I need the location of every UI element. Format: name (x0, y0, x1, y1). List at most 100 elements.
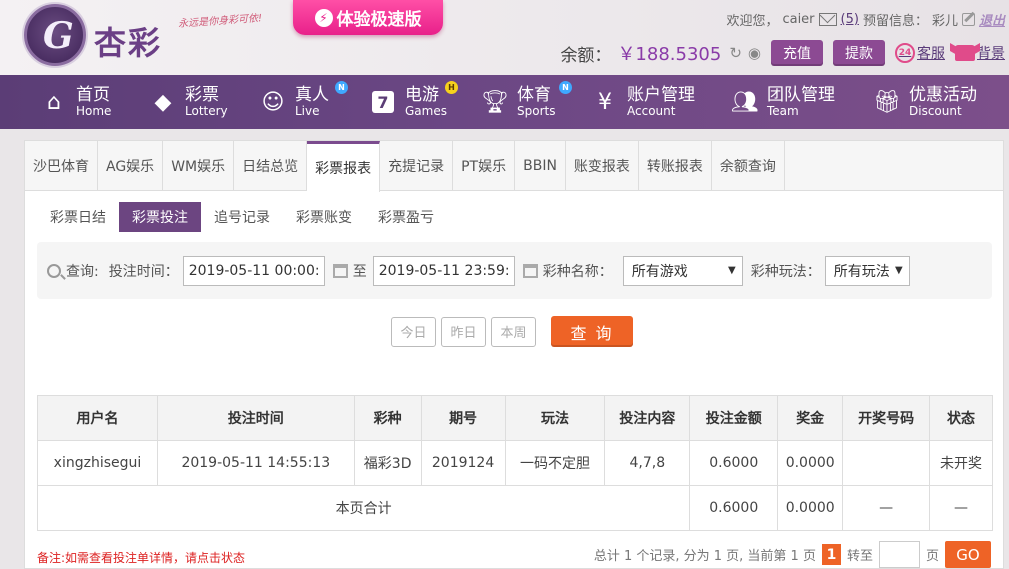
account-icon: ¥ (598, 89, 612, 115)
column-header: 开奖号码 (842, 395, 931, 441)
tab-account-change[interactable]: 账变报表 (566, 141, 639, 191)
report-panel: 沙巴体育 AG娱乐 WM娱乐 日结总览 彩票报表 充提记录 PT娱乐 BBIN … (24, 140, 1004, 569)
tab-lottery-account-change[interactable]: 彩票账变 (283, 202, 365, 232)
nav-team[interactable]: 👥︎ 团队管理 Team (731, 75, 873, 129)
cell-content: 4,7,8 (604, 440, 691, 486)
page-label: 页 (925, 549, 939, 564)
tab-lottery-daily[interactable]: 彩票日结 (37, 202, 119, 232)
tab-lottery-profit[interactable]: 彩票盈亏 (365, 202, 447, 232)
table-row: xingzhisegui 2019-05-11 14:55:13 福彩3D 20… (37, 440, 993, 486)
to-label: 至 (352, 263, 367, 280)
nav-discount[interactable]: 🎁︎ 优惠活动 Discount (873, 75, 983, 129)
live-icon: ☺ (261, 89, 285, 115)
nav-sublabel: Lottery (185, 103, 228, 118)
column-header: 玩法 (504, 395, 606, 441)
tab-ag[interactable]: AG娱乐 (98, 141, 164, 191)
play-select-value: 所有玩法 (833, 263, 890, 280)
go-button[interactable]: GO (945, 541, 991, 568)
main-nav: ⌂ 首页 Home ◆ 彩票 Lottery ☺ 真人 Live N 7 电游 Game… (0, 75, 1009, 129)
fast-version-label: 体验极速版 (336, 10, 422, 30)
hide-eye-icon[interactable]: ◉ (748, 44, 761, 62)
header: 杏彩 永远是你身彩可依! ⚡ 体验极速版 欢迎您， caier (5) 预留信息… (0, 0, 1009, 75)
filter-bar: 查询: 投注时间： 至 彩种名称： 所有游戏 ▼ 彩种玩法： 所有玩法 ▼ (37, 242, 992, 299)
nav-lottery[interactable]: ◆ 彩票 Lottery (149, 75, 259, 129)
this-week-button[interactable]: 本周 (491, 316, 536, 347)
recharge-button[interactable]: 充值 (771, 40, 823, 66)
end-time-input[interactable] (372, 255, 515, 286)
nav-games[interactable]: 7 电游 Games H (369, 75, 481, 129)
nav-live[interactable]: ☺ 真人 Live N (259, 75, 369, 129)
mail-icon[interactable] (818, 13, 837, 26)
nav-label: 电游 (405, 84, 439, 105)
total-status: — (929, 485, 993, 531)
tab-balance[interactable]: 余额查询 (712, 141, 785, 191)
column-header: 期号 (420, 395, 506, 441)
tab-transfer[interactable]: 转账报表 (639, 141, 712, 191)
home-icon: ⌂ (47, 89, 61, 115)
tab-wm[interactable]: WM娱乐 (163, 141, 235, 191)
current-page[interactable]: 1 (821, 544, 841, 565)
background-link[interactable]: 背景 (955, 43, 1005, 63)
site-logo[interactable]: 杏彩 (24, 4, 174, 68)
play-type-label: 彩种玩法： (750, 263, 821, 280)
game-select[interactable]: 所有游戏 ▼ (622, 255, 743, 286)
games-icon: 7 (369, 88, 397, 116)
nav-sublabel: Account (627, 103, 676, 118)
pager-summary: 总计 1 个记录, 分为 1 页, 当前第 1 页 (593, 549, 816, 564)
tab-lottery-report[interactable]: 彩票报表 (307, 141, 381, 192)
query-label: 查询: (66, 263, 99, 280)
quick-range-buttons: 今日 昨日 本周 查 询 (391, 316, 633, 347)
play-type-select[interactable]: 所有玩法 ▼ (824, 255, 910, 286)
cell-prize: 0.0000 (777, 440, 844, 486)
yesterday-button[interactable]: 昨日 (441, 316, 486, 347)
hot-badge: H (445, 81, 458, 94)
cell-status-link[interactable]: 未开奖 (929, 440, 993, 486)
page-total-label: 本页合计 (36, 485, 691, 531)
welcome-text: 欢迎您， (726, 14, 779, 29)
user-info: 欢迎您， caier (5) 预留信息： 彩儿 退出 (726, 10, 1005, 29)
tab-deposit-withdraw[interactable]: 充提记录 (380, 141, 454, 191)
lottery-report-tabs: 彩票日结 彩票投注 追号记录 彩票账变 彩票盈亏 (37, 202, 447, 232)
trophy-icon: 🏆︎ (481, 89, 509, 115)
calendar-icon[interactable] (332, 263, 348, 278)
tab-pt[interactable]: PT娱乐 (453, 141, 516, 191)
cell-amount: 0.6000 (689, 440, 779, 486)
edit-icon[interactable] (961, 13, 975, 26)
balance-bar: 余额： ￥188.5305 ↻ ◉ 充值 提款 24 客服 背景 (560, 40, 1005, 66)
today-button[interactable]: 今日 (391, 316, 436, 347)
reserved-info-label: 预留信息： (862, 14, 928, 29)
withdraw-button[interactable]: 提款 (833, 40, 885, 66)
page-number-input[interactable] (878, 541, 920, 568)
nav-sports[interactable]: 🏆︎ 体育 Sports N (481, 75, 591, 129)
query-button[interactable]: 查 询 (551, 316, 633, 347)
tab-saba-sports[interactable]: 沙巴体育 (25, 141, 98, 191)
logout-link[interactable]: 退出 (979, 10, 1005, 29)
nav-label: 账户管理 (627, 84, 695, 105)
column-header: 彩种 (353, 395, 422, 441)
mail-count[interactable]: (5) (841, 12, 859, 27)
tab-chase-records[interactable]: 追号记录 (201, 202, 283, 232)
service-link[interactable]: 24 客服 (895, 43, 945, 63)
game-name-label: 彩种名称： (542, 263, 613, 280)
logo-text: 杏彩 (94, 24, 163, 62)
logo-mark-icon (24, 4, 86, 66)
tab-daily-overview[interactable]: 日结总览 (234, 141, 308, 191)
column-header: 状态 (929, 395, 993, 441)
customer-service-icon: 24 (895, 43, 915, 63)
report-category-tabs: 沙巴体育 AG娱乐 WM娱乐 日结总览 彩票报表 充提记录 PT娱乐 BBIN … (25, 141, 1003, 192)
nav-sublabel: Team (767, 103, 799, 118)
calendar-icon[interactable] (522, 263, 538, 278)
column-header: 投注金额 (689, 395, 779, 441)
pagination: 总计 1 个记录, 分为 1 页, 当前第 1 页 1 转至 页 GO (594, 541, 991, 568)
nav-home[interactable]: ⌂ 首页 Home (40, 75, 149, 129)
lightning-icon: ⚡ (314, 8, 333, 27)
start-time-input[interactable] (182, 255, 325, 286)
tab-lottery-bets[interactable]: 彩票投注 (119, 202, 201, 232)
new-badge: N (559, 81, 572, 94)
nav-account[interactable]: ¥ 账户管理 Account (591, 75, 731, 129)
nav-label: 真人 (295, 84, 329, 105)
fast-version-button[interactable]: ⚡ 体验极速版 (293, 0, 443, 35)
refresh-icon[interactable]: ↻ (729, 44, 742, 62)
tab-bbin[interactable]: BBIN (515, 141, 566, 191)
balance-value: ￥188.5305 (617, 44, 722, 65)
